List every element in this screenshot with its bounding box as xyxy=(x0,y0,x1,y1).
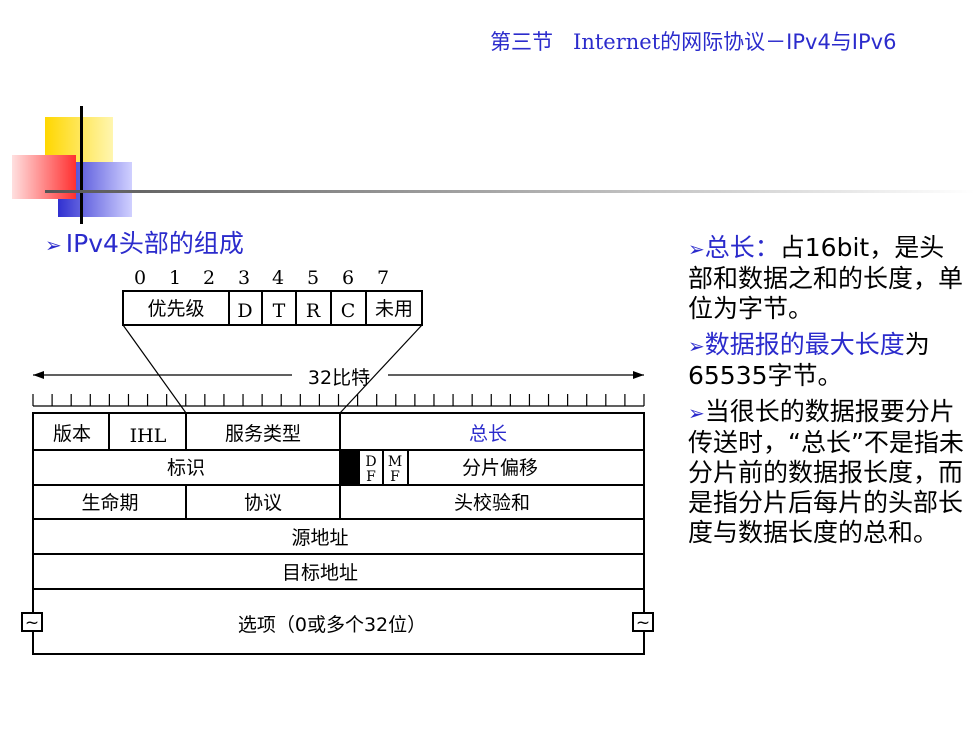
bit-label: 7 xyxy=(377,267,389,289)
header-suffix: 的网际协议－IPv4与IPv6 xyxy=(660,30,897,54)
field-destination-address: 目标地址 xyxy=(282,562,358,584)
bit-label: 5 xyxy=(307,267,319,289)
bit-label: 2 xyxy=(203,267,215,289)
field-identification: 标识 xyxy=(167,457,205,479)
bit-label: 1 xyxy=(169,267,181,289)
bit-label: 4 xyxy=(272,267,284,289)
note-item: ➢总长：占16bit，是头部和数据之和的长度，单位为字节。 xyxy=(688,233,968,324)
note-text: 当很长的数据报要分片传送时，“总长”不是指未分片前的数据报长度，而是指分片后每片… xyxy=(688,397,964,547)
field-checksum: 头校验和 xyxy=(454,492,530,514)
field-ttl: 生命期 xyxy=(81,492,138,514)
field-ihl: IHL xyxy=(130,425,167,447)
field-source-address: 源地址 xyxy=(291,527,348,549)
field-version: 版本 xyxy=(53,423,91,445)
bullet-arrow-icon: ➢ xyxy=(688,237,705,261)
note-highlight: 总长： xyxy=(704,233,780,262)
tilde-right: ~ xyxy=(636,613,650,633)
field-df-letter-2: F xyxy=(366,469,376,485)
field-mf-letter-2: F xyxy=(390,469,400,485)
connector-left xyxy=(122,324,187,414)
note-item: ➢数据报的最大长度为65535字节。 xyxy=(688,330,968,391)
tos-t: T xyxy=(273,300,286,322)
ruler-ticks xyxy=(32,394,645,406)
bullet-arrow-icon: ➢ xyxy=(688,334,705,358)
tilde-left: ~ xyxy=(25,613,39,633)
field-total-length: 总长 xyxy=(469,423,507,445)
bit-label: 3 xyxy=(238,267,250,289)
tos-c: C xyxy=(341,300,356,322)
ipv4-header-diagram: 0 1 2 3 4 5 6 7 优先级 D T R C 未用 32比特 版本 I… xyxy=(21,267,654,655)
tos-d: D xyxy=(237,300,252,322)
field-mf-letter-1: M xyxy=(388,454,402,470)
bullet-arrow-icon: ➢ xyxy=(688,401,705,425)
field-protocol: 协议 xyxy=(244,492,282,514)
field-tos: 服务类型 xyxy=(225,423,301,445)
field-fragment-offset: 分片偏移 xyxy=(462,457,538,479)
tos-unused: 未用 xyxy=(375,298,413,320)
tos-r: R xyxy=(306,300,321,322)
bit-label: 0 xyxy=(134,267,146,289)
tos-precedence: 优先级 xyxy=(147,298,204,320)
field-df-letter-1: D xyxy=(365,454,376,470)
note-highlight: 数据报的最大长度 xyxy=(704,330,905,359)
bit-label: 6 xyxy=(342,267,354,289)
ruler-label: 32比特 xyxy=(308,367,370,389)
reserved-bit xyxy=(341,451,359,484)
notes-panel: ➢总长：占16bit，是头部和数据之和的长度，单位为字节。 ➢数据报的最大长度为… xyxy=(688,233,968,554)
note-item: ➢当很长的数据报要分片传送时，“总长”不是指未分片前的数据报长度，而是指分片后每… xyxy=(688,397,968,548)
field-options: 选项（0或多个32位） xyxy=(238,614,426,636)
